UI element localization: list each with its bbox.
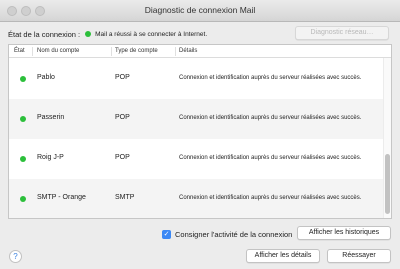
scrollbar-thumb[interactable] <box>385 154 390 214</box>
account-name: Passerin <box>37 114 65 121</box>
table-scrollbar[interactable] <box>383 58 391 218</box>
title-bar: Diagnostic de connexion Mail <box>0 0 400 22</box>
column-header-details[interactable]: Détails <box>179 48 197 54</box>
show-history-button[interactable]: Afficher les historiques <box>297 226 391 240</box>
table-header: État Nom du compte Type de compte Détail… <box>9 45 391 58</box>
account-name: Roig J-P <box>37 154 64 161</box>
account-details: Connexion et identification auprès du se… <box>179 155 362 161</box>
account-name: Pablo <box>37 74 55 81</box>
account-details: Connexion et identification auprès du se… <box>179 75 362 81</box>
column-header-status[interactable]: État <box>14 48 25 54</box>
status-ok-icon <box>85 31 92 37</box>
table-row[interactable]: SMTP - Orange SMTP Connexion et identifi… <box>9 179 385 218</box>
connection-status-text: Mail a réussi à se connecter à Internet. <box>95 30 208 38</box>
account-details: Connexion et identification auprès du se… <box>179 195 362 201</box>
log-activity-checkbox[interactable]: ✓ <box>162 229 171 239</box>
account-type: POP <box>115 154 130 161</box>
account-details: Connexion et identification auprès du se… <box>179 115 362 121</box>
column-header-type[interactable]: Type de compte <box>115 48 158 54</box>
diagnostic-window: Diagnostic de connexion Mail État de la … <box>0 0 400 269</box>
connection-status-label: État de la connexion : <box>8 29 81 39</box>
status-ok-icon <box>20 196 26 202</box>
log-activity-option[interactable]: ✓ Consigner l'activité de la connexion <box>162 228 292 240</box>
help-icon[interactable]: ? <box>9 250 22 263</box>
retry-button[interactable]: Réessayer <box>327 249 391 263</box>
table-row[interactable]: Pablo POP Connexion et identification au… <box>9 59 385 99</box>
status-ok-icon <box>20 156 26 162</box>
column-header-name[interactable]: Nom du compte <box>37 48 79 54</box>
status-ok-icon <box>20 116 26 122</box>
column-separator <box>32 47 33 56</box>
log-activity-label: Consigner l'activité de la connexion <box>175 229 293 239</box>
table-row[interactable]: Roig J-P POP Connexion et identification… <box>9 139 385 179</box>
network-diagnostic-button[interactable]: Diagnostic réseau… <box>295 26 389 40</box>
status-ok-icon <box>20 76 26 82</box>
account-type: POP <box>115 74 130 81</box>
window-title: Diagnostic de connexion Mail <box>144 5 256 15</box>
accounts-table: État Nom du compte Type de compte Détail… <box>8 44 392 219</box>
account-name: SMTP - Orange <box>37 194 86 201</box>
connection-status: État de la connexion : Mail a réussi à s… <box>8 27 207 41</box>
column-separator <box>175 47 176 56</box>
column-separator <box>111 47 112 56</box>
account-type: SMTP <box>115 194 135 201</box>
show-details-button[interactable]: Afficher les détails <box>246 249 320 263</box>
account-type: POP <box>115 114 130 121</box>
table-row[interactable]: Passerin POP Connexion et identification… <box>9 99 385 139</box>
